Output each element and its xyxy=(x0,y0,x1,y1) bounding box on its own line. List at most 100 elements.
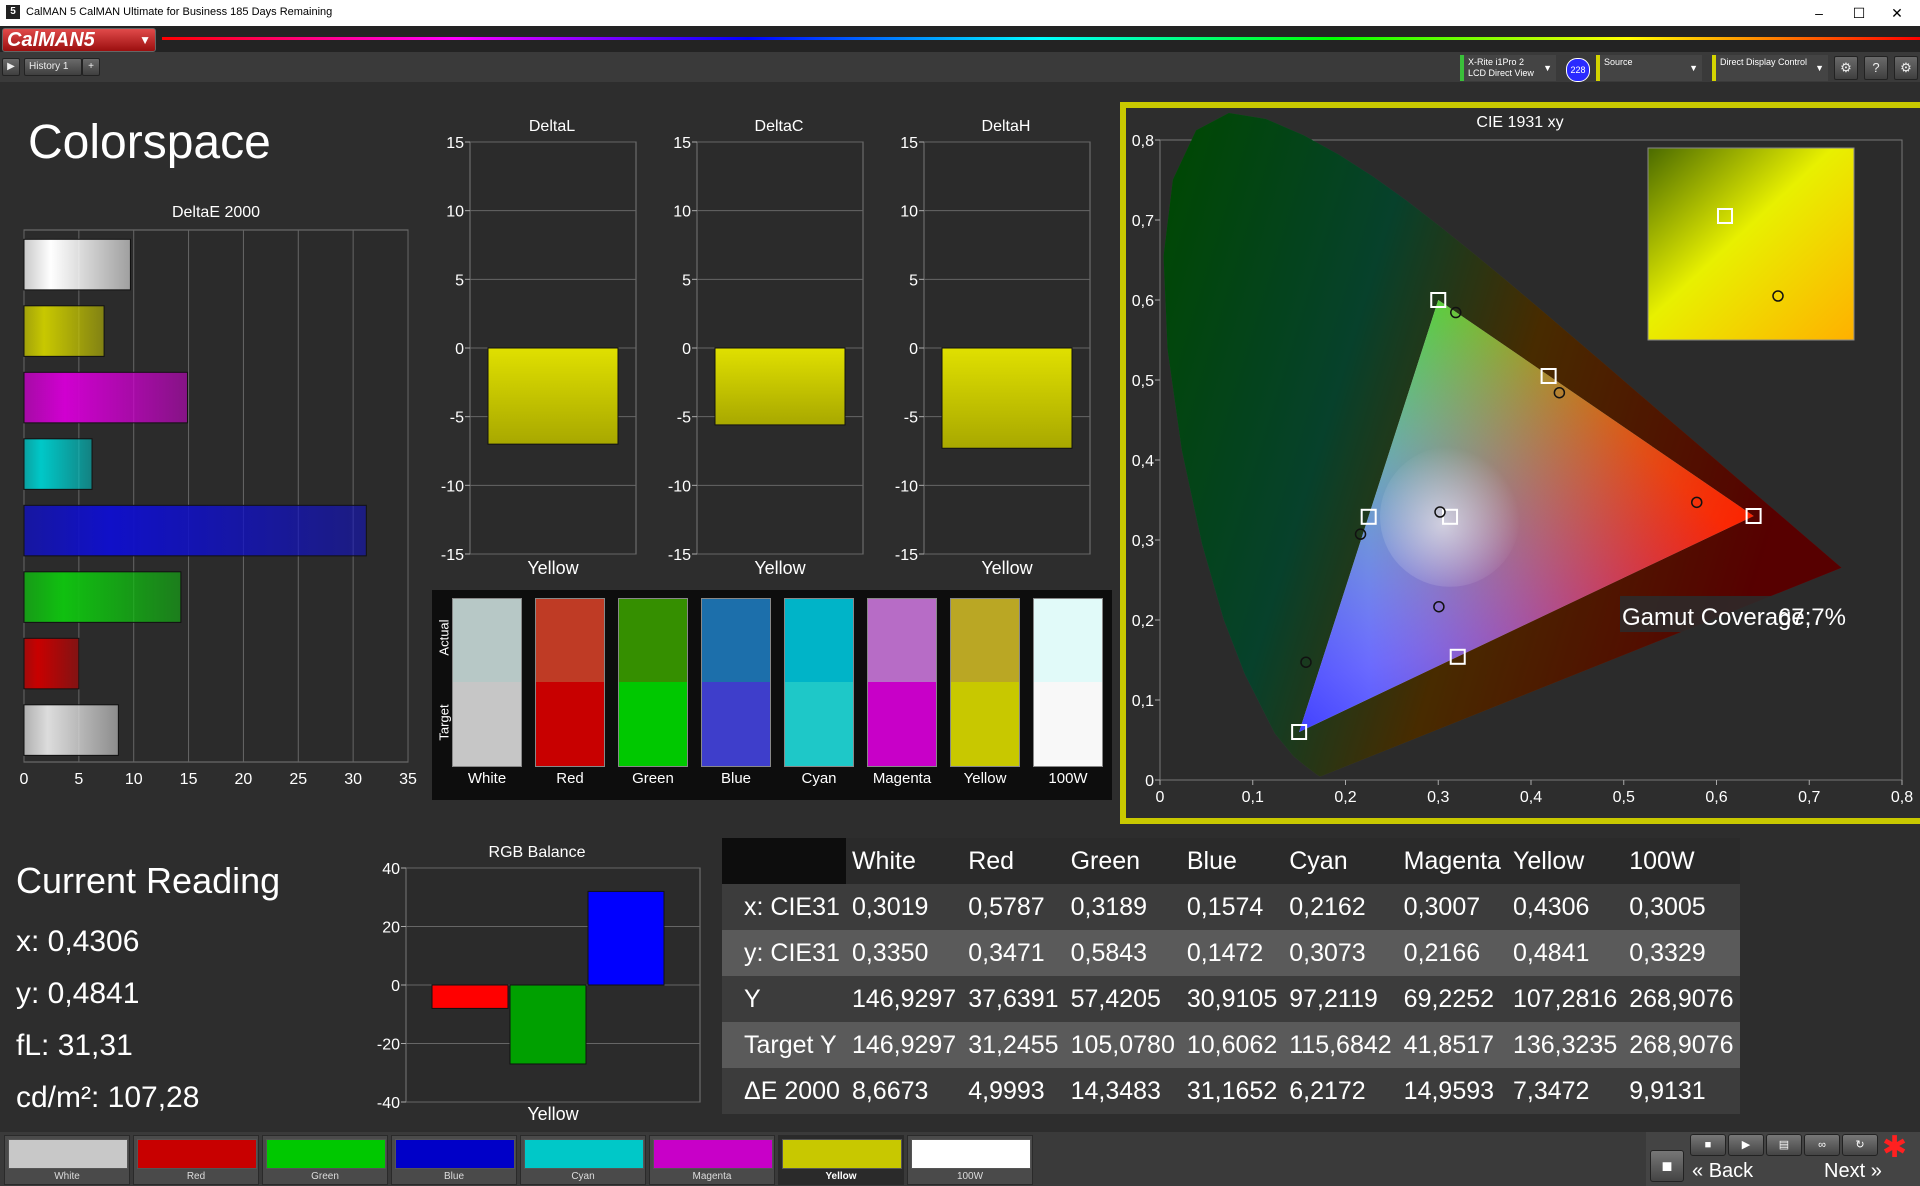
asterisk-icon[interactable]: ✱ xyxy=(1882,1130,1907,1165)
table-cell: 0,2166 xyxy=(1403,938,1481,967)
x-tick-label: 0 xyxy=(1156,789,1165,806)
delta-bar xyxy=(487,347,619,445)
swatch-label: Blue xyxy=(720,770,752,787)
target-swatch xyxy=(950,682,1020,767)
table-cell: 0,3007 xyxy=(1403,892,1481,921)
swatch-green[interactable]: Green xyxy=(262,1135,388,1185)
settings-icon[interactable]: ⚙ xyxy=(1894,56,1918,80)
save-icon[interactable]: ▤ xyxy=(1766,1134,1802,1156)
deltae-bar xyxy=(23,371,188,424)
delta-bar xyxy=(941,347,1073,449)
swatch-color xyxy=(524,1139,644,1169)
swatch-cyan[interactable]: Cyan xyxy=(520,1135,646,1185)
table-cell: 7,3472 xyxy=(1512,1076,1590,1105)
tab-history-1[interactable]: History 1 xyxy=(24,58,82,76)
swatch-label: Cyan xyxy=(571,1171,595,1182)
delta-chart-title: DeltaL xyxy=(528,118,576,135)
play-icon[interactable]: ▶ xyxy=(1728,1134,1764,1156)
x-tick-label: 25 xyxy=(289,771,307,788)
y-tick-label: 5 xyxy=(682,272,691,289)
table-cell: 6,2172 xyxy=(1289,1076,1366,1105)
target-swatch xyxy=(701,682,771,767)
calman-menu-button[interactable]: CalMAN5 ▼ xyxy=(2,28,156,52)
logo-text: CalMAN5 xyxy=(7,29,95,51)
x-tick-label: 35 xyxy=(399,771,417,788)
delta-category-label: Yellow xyxy=(754,558,806,576)
table-cell: 0,3073 xyxy=(1289,938,1366,967)
table-cell: 105,0780 xyxy=(1070,1030,1175,1059)
row-label: y: CIE31 xyxy=(744,938,840,967)
rgb-category-label: Yellow xyxy=(527,1104,579,1124)
stop-icon[interactable]: ■ xyxy=(1690,1134,1726,1156)
refresh-icon[interactable]: ↻ xyxy=(1842,1134,1878,1156)
x-tick-label: 30 xyxy=(344,771,362,788)
deltae-bar xyxy=(23,571,182,623)
play-icon[interactable]: ▶ xyxy=(2,58,20,76)
table-header-cell: Cyan xyxy=(1289,846,1348,875)
swatch-label: Magenta xyxy=(872,770,932,787)
swatch-red[interactable]: Red xyxy=(133,1135,259,1185)
x-tick-label: 0,5 xyxy=(1613,789,1635,806)
row-label: x: CIE31 xyxy=(744,892,840,921)
table-cell: 268,9076 xyxy=(1629,984,1734,1013)
table-row: x: CIE31 0,3019 0,5787 0,3189 0,1574 0,2162 0,… xyxy=(722,884,1740,930)
table-cell: 8,6673 xyxy=(851,1076,929,1105)
x-tick-label: 0 xyxy=(20,771,29,788)
swatch-magenta[interactable]: Magenta xyxy=(649,1135,775,1185)
swatch-white[interactable]: White xyxy=(4,1135,130,1185)
table-cell: 30,9105 xyxy=(1186,984,1278,1013)
delta-bar xyxy=(714,347,846,426)
table-cell: 0,3471 xyxy=(968,938,1045,967)
add-tab-button[interactable]: + xyxy=(82,58,100,76)
app-icon: 5 xyxy=(6,5,20,19)
swatch-color xyxy=(137,1139,257,1169)
delta-category-label: Yellow xyxy=(981,558,1033,576)
current-reading-panel: Current Reading x: 0,4306 y: 0,4841 fL: … xyxy=(16,860,280,1124)
close-button[interactable]: ✕ xyxy=(1874,0,1920,26)
table-cell: 0,2162 xyxy=(1289,892,1366,921)
y-tick-label: 0,3 xyxy=(1132,533,1154,550)
source-selector[interactable]: Source ▼ xyxy=(1596,55,1702,81)
table-cell: 0,3005 xyxy=(1629,892,1706,921)
swatch-panel: Actual Target White Red Green Blue Cyan Magen… xyxy=(432,590,1112,800)
gamut-coverage-value: 67,7% xyxy=(1778,604,1846,631)
table-row: Y 146,9297 37,6391 57,4205 30,9105 97,2119 69,… xyxy=(722,976,1740,1022)
y-tick-label: 0,4 xyxy=(1132,453,1154,470)
delta-chart-title: DeltaH xyxy=(981,118,1031,135)
table-cell: 146,9297 xyxy=(851,984,957,1013)
meter-badge[interactable]: 228 xyxy=(1566,58,1590,82)
stop-icon[interactable]: ■ xyxy=(1650,1150,1684,1182)
swatch-column-white: White xyxy=(452,598,522,794)
table-cell: 146,9297 xyxy=(851,1030,957,1059)
y-tick-label: 15 xyxy=(446,136,464,152)
swatch-label: Green xyxy=(632,770,674,787)
deltae-chart: 0 5 10 15 20 25 30 35 xyxy=(20,229,417,788)
gear-icon[interactable]: ⚙ xyxy=(1834,56,1858,80)
next-button[interactable]: Next » xyxy=(1824,1160,1882,1183)
delta-chart: 15 10 5 0 -5 -10 -15 Yellow xyxy=(668,136,864,576)
x-tick-label: 15 xyxy=(180,771,198,788)
swatch-yellow[interactable]: Yellow xyxy=(778,1135,904,1185)
loop-icon[interactable]: ∞ xyxy=(1804,1134,1840,1156)
meter-line1: X-Rite i1Pro 2 xyxy=(1468,57,1525,67)
table-cell: 0,1574 xyxy=(1186,892,1264,921)
swatch-label: Red xyxy=(556,770,584,787)
y-tick-label: -10 xyxy=(441,478,464,495)
chevron-down-icon: ▼ xyxy=(1689,63,1698,73)
help-icon[interactable]: ? xyxy=(1864,56,1888,80)
table-cell: 14,3483 xyxy=(1070,1076,1161,1105)
y-tick-label: 0 xyxy=(909,341,918,358)
next-label: Next xyxy=(1824,1160,1866,1182)
swatch-100w[interactable]: 100W xyxy=(907,1135,1033,1185)
swatch-blue[interactable]: Blue xyxy=(391,1135,517,1185)
table-header-cell: White xyxy=(851,846,916,875)
display-label: Direct Display Control xyxy=(1720,57,1808,67)
back-button[interactable]: « Back xyxy=(1692,1160,1753,1183)
swatch-column-100w: 100W xyxy=(1033,598,1103,794)
display-selector[interactable]: Direct Display Control ▼ xyxy=(1712,55,1828,81)
target-swatch xyxy=(535,682,605,767)
table-cell: 4,9993 xyxy=(968,1076,1045,1105)
delta-category-label: Yellow xyxy=(527,558,579,576)
swatch-label: Cyan xyxy=(801,770,837,787)
meter-selector[interactable]: X-Rite i1Pro 2 LCD Direct View ▼ xyxy=(1460,55,1556,81)
